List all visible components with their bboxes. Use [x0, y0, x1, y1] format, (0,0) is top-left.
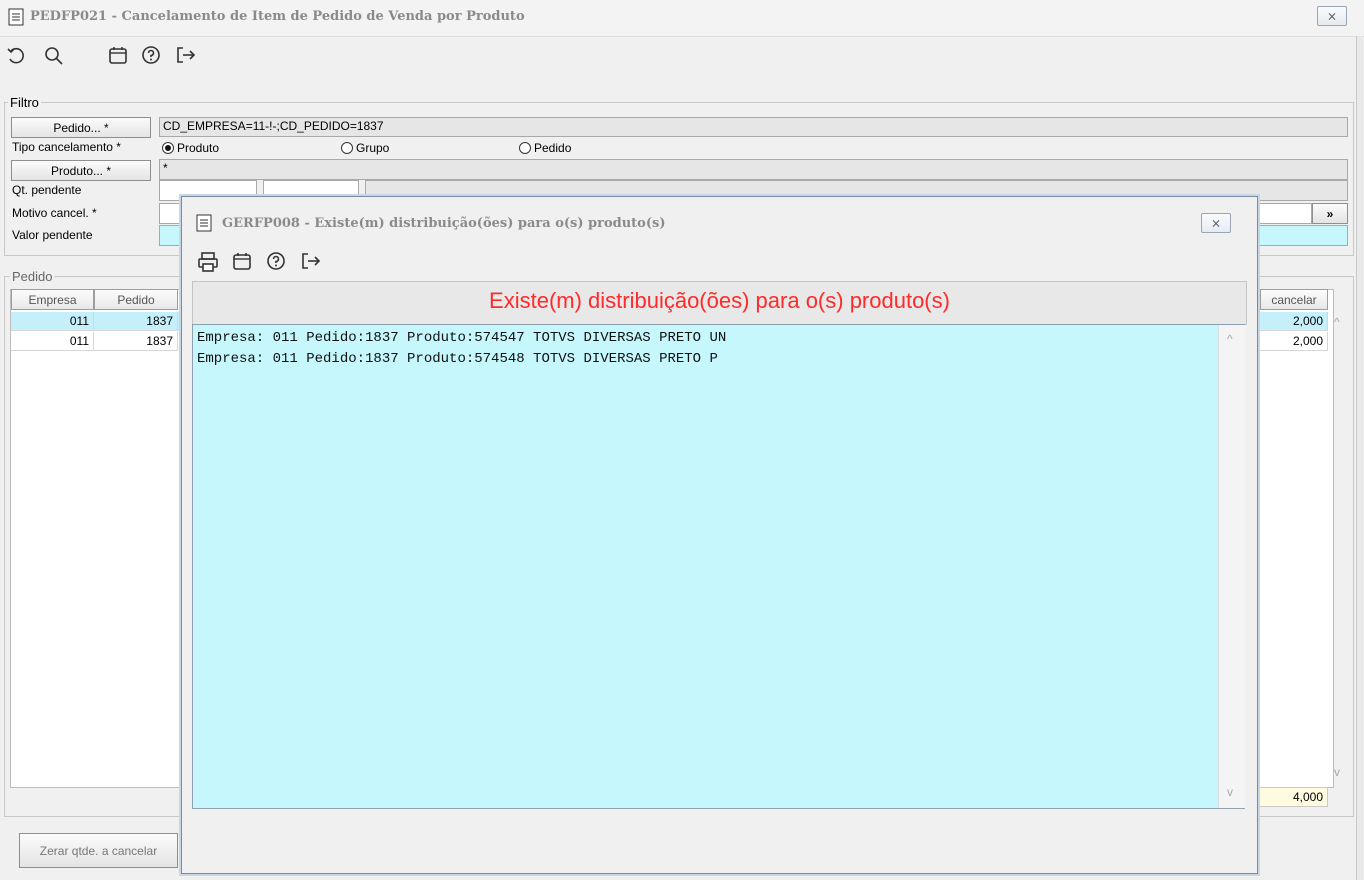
filtro-legend: Filtro [8, 95, 41, 110]
dialog-banner-area: Existe(m) distribuição(ões) para o(s) pr… [192, 281, 1247, 325]
scroll-down-icon[interactable]: v [1227, 785, 1233, 799]
radio-grupo[interactable]: Grupo [341, 141, 389, 155]
calendar-icon[interactable] [232, 251, 252, 271]
cell-pedido: 1837 [94, 332, 178, 351]
col-cancelar-header[interactable]: cancelar [1260, 289, 1328, 310]
main-toolbar [0, 37, 1364, 73]
pedido-legend: Pedido [10, 269, 55, 284]
cell-empresa: 011 [11, 332, 94, 351]
radio-produto[interactable]: Produto [162, 141, 219, 155]
undo-icon[interactable] [6, 46, 26, 66]
calendar-icon[interactable] [108, 45, 128, 65]
radio-produto-label: Produto [177, 141, 220, 155]
document-icon [196, 214, 212, 232]
help-icon[interactable] [266, 251, 286, 271]
zerar-qtde-label: Zerar qtde. a cancelar [39, 843, 158, 858]
cell-empresa: 011 [11, 312, 94, 331]
produto-filter-field[interactable]: * [159, 159, 1348, 180]
col-pedido-header[interactable]: Pedido [94, 289, 178, 310]
radio-produto-indicator [162, 142, 174, 154]
pedido-filter-field[interactable]: CD_EMPRESA=11-!-;CD_PEDIDO=1837 [159, 117, 1348, 137]
zerar-qtde-button[interactable]: Zerar qtde. a cancelar [19, 833, 178, 868]
window-right-edge [1356, 36, 1363, 880]
cell-cancelar: 2,000 [1258, 312, 1328, 331]
dialog-title: GERFP008 - Existe(m) distribuição(ões) p… [222, 216, 666, 231]
radio-pedido-indicator [519, 142, 531, 154]
radio-pedido[interactable]: Pedido [519, 141, 571, 155]
radio-grupo-indicator [341, 142, 353, 154]
dialog-close-button[interactable]: ⨯ [1201, 213, 1231, 233]
print-icon[interactable] [197, 251, 219, 273]
double-chevron-icon: » [1326, 206, 1334, 221]
table-row[interactable]: 011 1837 [11, 312, 181, 331]
total-cancelar: 4,000 [1258, 787, 1328, 807]
tipo-cancelamento-label: Tipo cancelamento * [12, 140, 121, 154]
pedido-lookup-button[interactable]: Pedido... * [11, 117, 151, 138]
close-icon: ⨯ [1210, 216, 1222, 230]
exit-icon[interactable] [300, 251, 322, 271]
scroll-up-icon[interactable]: ^ [1334, 315, 1340, 329]
window-titlebar: PEDFP021 - Cancelamento de Item de Pedid… [0, 0, 1364, 37]
col-empresa-header[interactable]: Empresa [11, 289, 94, 310]
help-icon[interactable] [141, 45, 161, 65]
dialog-banner: Existe(m) distribuição(ões) para o(s) pr… [489, 288, 950, 313]
qt-pendente-label: Qt. pendente [12, 183, 82, 197]
window-title: PEDFP021 - Cancelamento de Item de Pedid… [30, 9, 525, 24]
search-icon[interactable] [44, 46, 64, 66]
pedido-lookup-label: Pedido... * [53, 120, 109, 135]
table-row[interactable]: 011 1837 [11, 332, 181, 351]
produto-lookup-label: Produto... * [50, 163, 112, 178]
motivo-cancel-label: Motivo cancel. * [12, 206, 97, 220]
produto-lookup-button[interactable]: Produto... * [11, 160, 151, 181]
valor-pendente-label: Valor pendente [12, 228, 93, 242]
scroll-down-icon[interactable]: v [1334, 765, 1340, 779]
list-item: Empresa: 011 Pedido:1837 Produto:574547 … [197, 330, 727, 346]
distribution-dialog: GERFP008 - Existe(m) distribuição(ões) p… [181, 196, 1258, 874]
distribution-list: Empresa: 011 Pedido:1837 Produto:574547 … [192, 324, 1245, 809]
radio-pedido-label: Pedido [534, 141, 572, 155]
list-scrollbar[interactable]: ^ v [1218, 325, 1245, 808]
cell-pedido: 1837 [94, 312, 178, 331]
exit-icon[interactable] [175, 45, 197, 65]
cell-cancelar: 2,000 [1258, 332, 1328, 351]
radio-grupo-label: Grupo [356, 141, 390, 155]
window-close-button[interactable]: ⨯ [1317, 6, 1347, 26]
list-item: Empresa: 011 Pedido:1837 Produto:574548 … [197, 351, 718, 367]
document-icon [8, 8, 24, 26]
motivo-more-button[interactable]: » [1312, 203, 1348, 224]
close-icon: ⨯ [1326, 9, 1338, 23]
scroll-up-icon[interactable]: ^ [1227, 332, 1233, 346]
